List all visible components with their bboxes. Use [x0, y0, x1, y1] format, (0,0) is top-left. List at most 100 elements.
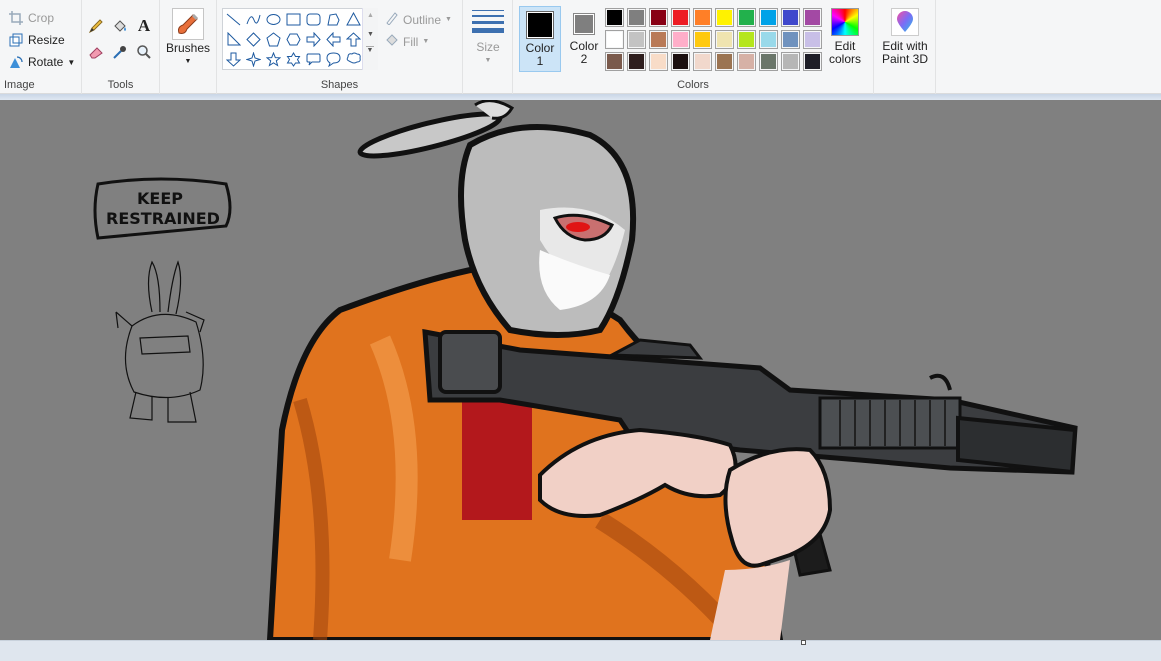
- curve-shape-icon[interactable]: [244, 10, 263, 29]
- brushes-button[interactable]: Brushes ▼: [166, 8, 210, 68]
- shapes-scrollbar[interactable]: ▲ ▼ ▼: [362, 8, 378, 70]
- hexagon-shape-icon[interactable]: [284, 30, 303, 49]
- scroll-down-icon[interactable]: ▼: [363, 31, 378, 38]
- resize-button[interactable]: Resize: [8, 30, 65, 50]
- fill-button[interactable]: Fill ▼: [385, 33, 429, 50]
- magnifier-icon[interactable]: [134, 42, 154, 62]
- palette-swatch[interactable]: [781, 52, 800, 71]
- pentagon-shape-icon[interactable]: [264, 30, 283, 49]
- pencil-icon[interactable]: [86, 16, 106, 36]
- brushes-group: Brushes ▼: [160, 0, 217, 94]
- color-picker-icon[interactable]: [110, 42, 130, 62]
- palette-swatch[interactable]: [693, 30, 712, 49]
- scroll-up-icon[interactable]: ▲: [363, 12, 378, 19]
- oval-callout-shape-icon[interactable]: [324, 50, 343, 69]
- palette-swatch[interactable]: [803, 30, 822, 49]
- edit-colors-button[interactable]: Edit colors: [824, 8, 866, 66]
- left-arrow-shape-icon[interactable]: [324, 30, 343, 49]
- chevron-down-icon: ▼: [445, 16, 452, 23]
- expand-gallery-icon[interactable]: ▼: [366, 46, 374, 54]
- down-arrow-shape-icon[interactable]: [224, 50, 243, 69]
- color1-swatch: [528, 13, 552, 37]
- edit-with-paint3d-button[interactable]: Edit with Paint 3D: [876, 8, 934, 66]
- triangle-shape-icon[interactable]: [344, 10, 363, 29]
- diamond-shape-icon[interactable]: [244, 30, 263, 49]
- sign-text-keep: KEEP: [137, 189, 183, 208]
- polygon-shape-icon[interactable]: [324, 10, 343, 29]
- palette-swatch[interactable]: [627, 30, 646, 49]
- edit-colors-label: Edit colors: [828, 39, 861, 66]
- up-arrow-shape-icon[interactable]: [344, 30, 363, 49]
- palette-swatch[interactable]: [803, 52, 822, 71]
- palette-swatch[interactable]: [605, 52, 624, 71]
- palette-swatch-color: [629, 54, 644, 69]
- palette-swatch[interactable]: [671, 8, 690, 27]
- right-arrow-shape-icon[interactable]: [304, 30, 323, 49]
- edit-paint3d-label: Edit with Paint 3D: [881, 39, 929, 66]
- palette-swatch[interactable]: [781, 8, 800, 27]
- palette-swatch[interactable]: [759, 30, 778, 49]
- palette-swatch[interactable]: [737, 52, 756, 71]
- chevron-down-icon: ▼: [67, 57, 76, 67]
- size-group: Size ▼: [463, 0, 513, 94]
- palette-swatch-color: [805, 10, 820, 25]
- ribbon: Crop Resize Rotate ▼ Image A Tools Brush…: [0, 0, 1161, 94]
- palette-swatch[interactable]: [627, 52, 646, 71]
- palette-swatch-color: [739, 54, 754, 69]
- oval-shape-icon[interactable]: [264, 10, 283, 29]
- eraser-icon[interactable]: [86, 42, 106, 62]
- text-icon[interactable]: A: [134, 16, 154, 36]
- red-patch: [462, 390, 532, 520]
- cloud-callout-shape-icon[interactable]: [344, 50, 363, 69]
- palette-swatch[interactable]: [605, 30, 624, 49]
- drawing-canvas[interactable]: KEEP RESTRAINED: [0, 100, 1161, 640]
- palette-swatch-color: [695, 10, 710, 25]
- palette-swatch[interactable]: [803, 8, 822, 27]
- palette-swatch[interactable]: [737, 8, 756, 27]
- four-point-star-shape-icon[interactable]: [244, 50, 263, 69]
- palette-swatch[interactable]: [649, 8, 668, 27]
- palette-swatch[interactable]: [605, 8, 624, 27]
- six-point-star-shape-icon[interactable]: [284, 50, 303, 69]
- palette-swatch[interactable]: [649, 52, 668, 71]
- size-label: Size: [476, 40, 500, 54]
- palette-swatch-color: [629, 10, 644, 25]
- rotate-button[interactable]: Rotate ▼: [8, 52, 75, 72]
- outline-button[interactable]: Outline ▼: [385, 11, 452, 28]
- palette-swatch[interactable]: [693, 52, 712, 71]
- color1-button[interactable]: Color 1: [519, 6, 561, 72]
- palette-swatch[interactable]: [781, 30, 800, 49]
- color2-button[interactable]: Color 2: [563, 6, 605, 72]
- palette-swatch[interactable]: [737, 30, 756, 49]
- line-shape-icon[interactable]: [224, 10, 243, 29]
- crop-button[interactable]: Crop: [8, 8, 54, 28]
- rounded-callout-shape-icon[interactable]: [304, 50, 323, 69]
- palette-swatch[interactable]: [715, 8, 734, 27]
- fill-label: Fill: [403, 34, 419, 49]
- palette-swatch[interactable]: [649, 30, 668, 49]
- palette-swatch-color: [717, 54, 732, 69]
- canvas-resize-handle[interactable]: [801, 640, 806, 645]
- palette-swatch[interactable]: [627, 8, 646, 27]
- size-button[interactable]: Size ▼: [469, 10, 507, 67]
- five-point-star-shape-icon[interactable]: [264, 50, 283, 69]
- palette-swatch[interactable]: [715, 30, 734, 49]
- brush-icon: [172, 8, 204, 40]
- rectangle-shape-icon[interactable]: [284, 10, 303, 29]
- palette-swatch[interactable]: [759, 52, 778, 71]
- palette-swatch[interactable]: [715, 52, 734, 71]
- rounded-rectangle-shape-icon[interactable]: [304, 10, 323, 29]
- palette-swatch[interactable]: [671, 52, 690, 71]
- chevron-down-icon: ▼: [484, 57, 492, 64]
- palette-swatch-color: [629, 32, 644, 47]
- right-triangle-shape-icon[interactable]: [224, 30, 243, 49]
- image-group-label: Image: [4, 79, 35, 91]
- fill-icon: [385, 33, 399, 50]
- fill-bucket-icon[interactable]: [110, 16, 130, 36]
- palette-swatch[interactable]: [759, 8, 778, 27]
- palette-swatch[interactable]: [693, 8, 712, 27]
- shapes-group-label: Shapes: [320, 79, 359, 91]
- palette-swatch-color: [607, 32, 622, 47]
- artwork: KEEP RESTRAINED: [93, 100, 1078, 640]
- palette-swatch[interactable]: [671, 30, 690, 49]
